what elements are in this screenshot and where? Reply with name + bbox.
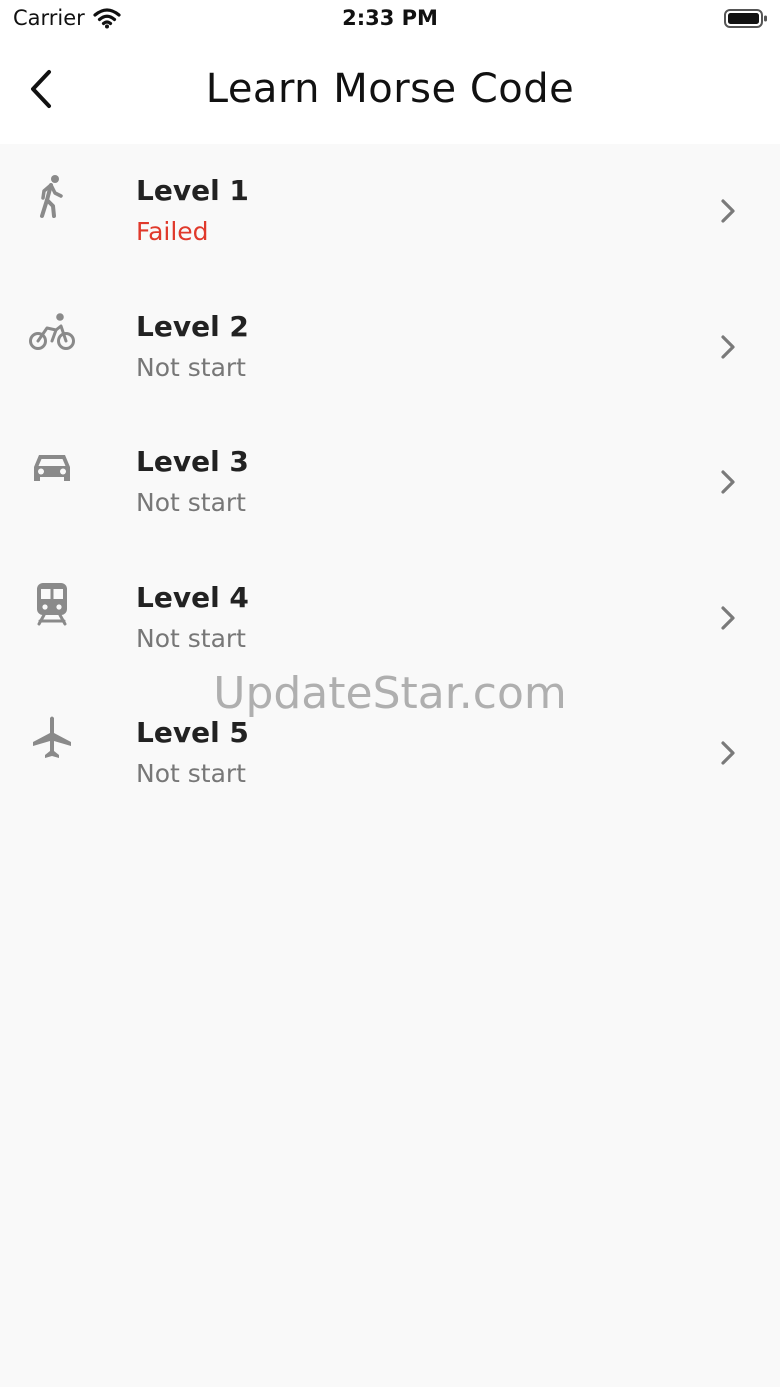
train-icon — [28, 579, 76, 627]
level-row-1[interactable]: Level 1 Failed — [0, 144, 780, 280]
level-status: Failed — [136, 217, 209, 246]
level-list: Level 1 Failed Level 2 Not start Level 3… — [0, 144, 780, 822]
level-title: Level 1 — [136, 174, 249, 207]
chevron-right-icon — [716, 603, 740, 633]
chevron-right-icon — [716, 332, 740, 362]
page-title: Learn Morse Code — [205, 66, 575, 112]
navigation-bar: Learn Morse Code — [0, 40, 780, 144]
level-title: Level 5 — [136, 716, 249, 749]
status-time: 2:33 PM — [342, 6, 438, 30]
chevron-right-icon — [716, 738, 740, 768]
level-status: Not start — [136, 623, 246, 653]
car-icon — [28, 443, 76, 491]
walking-icon — [28, 172, 76, 220]
airplane-icon — [28, 714, 76, 762]
level-title: Level 3 — [136, 445, 249, 478]
battery-icon — [724, 8, 768, 30]
level-row-3[interactable]: Level 3 Not start — [0, 415, 780, 551]
level-row-5[interactable]: Level 5 Not start — [0, 686, 780, 822]
level-row-2[interactable]: Level 2 Not start — [0, 280, 780, 416]
chevron-right-icon — [716, 467, 740, 497]
level-title: Level 4 — [136, 580, 249, 614]
chevron-right-icon — [716, 196, 740, 226]
level-title: Level 2 — [136, 309, 249, 343]
level-status: Not start — [136, 759, 246, 788]
level-status: Not start — [136, 352, 246, 382]
level-row-4[interactable]: Level 4 Not start — [0, 551, 780, 687]
level-status: Not start — [136, 488, 246, 517]
bicycle-icon — [28, 308, 76, 356]
status-bar: Carrier 2:33 PM — [0, 0, 780, 40]
